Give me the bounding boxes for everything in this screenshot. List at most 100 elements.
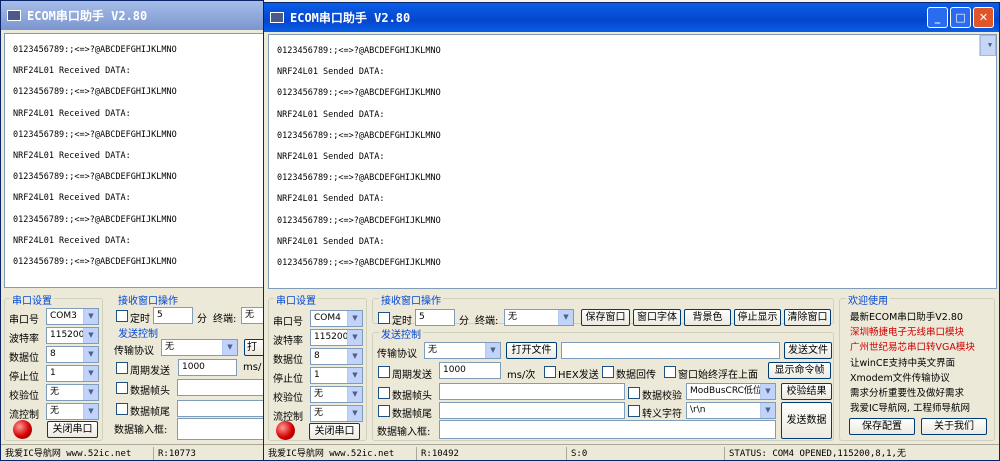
- close-icon[interactable]: ✕: [973, 7, 994, 28]
- back-port-select[interactable]: COM3 ▼: [46, 308, 99, 325]
- back-tail-checkbox[interactable]: [116, 403, 128, 415]
- open-file-button[interactable]: 打开文件: [506, 342, 557, 359]
- save-window-button[interactable]: 保存窗口: [581, 309, 630, 326]
- minimize-icon[interactable]: _: [927, 7, 948, 28]
- chevron-down-icon: ▼: [83, 366, 98, 381]
- front-periodic-input[interactable]: 1000: [439, 362, 501, 379]
- back-baud-select[interactable]: 115200 ▼: [46, 327, 99, 344]
- escape-char-label: 转义字符: [642, 409, 682, 420]
- receive-line: NRF24L01 Sended DATA:: [277, 67, 385, 78]
- front-tail-checkbox[interactable]: [378, 405, 390, 417]
- front-header-input[interactable]: [439, 383, 625, 400]
- back-send-group-label: 发送控制: [116, 325, 160, 340]
- back-data-input[interactable]: [177, 418, 263, 440]
- back-timer-unit: 分: [197, 314, 207, 325]
- back-timer-input[interactable]: 5: [153, 307, 193, 324]
- back-protocol-select[interactable]: 无 ▼: [161, 339, 238, 356]
- back-protocol-label: 传输协议: [114, 346, 154, 357]
- back-receive-area[interactable]: 0123456789:;<=>?@ABCDEFGHIJKLMNO NRF24L01…: [4, 33, 263, 288]
- front-data-input[interactable]: [439, 420, 776, 439]
- back-parity-select[interactable]: 无 ▼: [46, 384, 99, 401]
- file-path-input[interactable]: [561, 342, 780, 359]
- front-port-label: 串口号: [273, 317, 303, 328]
- front-stop-bits-select[interactable]: 1 ▼: [310, 367, 363, 384]
- window-font-button[interactable]: 窗口字体: [633, 309, 681, 326]
- back-title-bar[interactable]: ECOM串口助手 V2.80: [1, 1, 263, 30]
- background-color-button[interactable]: 背景色: [684, 309, 731, 326]
- maximize-icon[interactable]: □: [950, 7, 971, 28]
- back-status-rx: R:10773: [153, 447, 263, 460]
- back-header-input[interactable]: [177, 379, 263, 396]
- save-config-button[interactable]: 保存配置: [849, 418, 915, 435]
- front-timer-checkbox[interactable]: [378, 312, 390, 324]
- back-control-panel: 串口设置 串口号 COM3 ▼ 波特率 115200 ▼ 数据位 8 ▼ 停止位 1 ▼…: [1, 290, 263, 444]
- send-file-button[interactable]: 发送文件: [784, 342, 832, 359]
- welcome-news-link[interactable]: 广州世纪易芯串口转VGA模块: [850, 339, 975, 353]
- always-on-top-checkbox[interactable]: [664, 366, 676, 378]
- scroll-down-icon[interactable]: ▼: [980, 35, 996, 57]
- back-open-file-button[interactable]: 打: [244, 339, 263, 356]
- back-terminal-select[interactable]: 无: [241, 307, 263, 324]
- stop-display-button[interactable]: 停止显示: [734, 309, 781, 326]
- front-port-select[interactable]: COM4 ▼: [310, 310, 363, 327]
- receive-line: 0123456789:;<=>?@ABCDEFGHIJKLMNO: [277, 88, 441, 99]
- welcome-news-link[interactable]: 需求分析重要性及做好需求: [850, 385, 964, 399]
- receive-line: NRF24L01 Sended DATA:: [277, 109, 385, 120]
- front-title-bar[interactable]: ECOM串口助手 V2.80 _ □ ✕: [264, 3, 999, 32]
- front-data-bits-select[interactable]: 8 ▼: [310, 348, 363, 365]
- back-flow-label: 流控制: [9, 410, 39, 421]
- escape-char-select[interactable]: \r\n ▼: [686, 402, 776, 419]
- escape-char-checkbox[interactable]: [628, 405, 640, 417]
- chevron-down-icon: ▼: [485, 343, 500, 358]
- back-timer-checkbox[interactable]: [116, 310, 128, 322]
- chevron-down-icon: ▼: [347, 311, 362, 326]
- front-timer-input[interactable]: 5: [415, 309, 455, 326]
- back-periodic-unit: ms/: [243, 362, 262, 373]
- front-terminal-select[interactable]: 无 ▼: [504, 309, 574, 326]
- back-stop-bits-label: 停止位: [9, 372, 39, 383]
- back-periodic-checkbox[interactable]: [116, 362, 128, 374]
- front-close-port-button[interactable]: 关闭串口: [309, 423, 360, 440]
- welcome-news-link[interactable]: 我爱IC导航网, 工程师导航网: [850, 400, 970, 414]
- welcome-news-link[interactable]: 深圳畅捷电子无线串口模块: [850, 324, 964, 338]
- front-periodic-checkbox[interactable]: [378, 366, 390, 378]
- front-timer-label: 定时: [392, 316, 412, 327]
- front-receive-lines: 0123456789:;<=>?@ABCDEFGHIJKLMNO NRF24L01…: [269, 41, 996, 268]
- receive-scrollbar[interactable]: ▲ ▼: [979, 35, 996, 57]
- back-close-port-button[interactable]: 关闭串口: [47, 421, 98, 438]
- show-command-frame-button[interactable]: 显示命令帧: [768, 362, 831, 379]
- front-receive-area[interactable]: 0123456789:;<=>?@ABCDEFGHIJKLMNO NRF24L01…: [268, 34, 997, 289]
- front-baud-select[interactable]: 115200 ▼: [310, 329, 363, 346]
- welcome-news-link[interactable]: 最新ECOM串口助手V2.80: [850, 309, 963, 323]
- front-parity-select[interactable]: 无 ▼: [310, 386, 363, 403]
- back-stop-bits-select[interactable]: 1 ▼: [46, 365, 99, 382]
- front-control-panel: 串口设置 串口号 COM4 ▼ 波特率 115200 ▼ 数据位 8 ▼ 停止位 1 ▼…: [264, 290, 999, 444]
- back-data-bits-select[interactable]: 8 ▼: [46, 346, 99, 363]
- front-flow-select[interactable]: 无 ▼: [310, 405, 363, 422]
- send-data-button[interactable]: 发送数据: [781, 402, 832, 439]
- welcome-news-link[interactable]: Xmodem文件传输协议: [850, 370, 950, 384]
- chevron-down-icon: ▼: [83, 404, 98, 419]
- checksum-select[interactable]: ModBusCRC低位在 ▼: [686, 383, 776, 400]
- welcome-news-link[interactable]: 让winCE支持中英文界面: [850, 355, 955, 369]
- front-protocol-select[interactable]: 无 ▼: [424, 342, 501, 359]
- chevron-down-icon: ▼: [558, 310, 573, 325]
- receive-line: 0123456789:;<=>?@ABCDEFGHIJKLMNO: [277, 257, 441, 268]
- app-icon: [270, 12, 284, 23]
- back-status-site: 我爱IC导航网 www.52ic.net: [5, 449, 132, 459]
- back-recv-group-label: 接收窗口操作: [116, 292, 180, 307]
- front-input-label: 数据输入框:: [377, 427, 431, 438]
- back-flow-select[interactable]: 无 ▼: [46, 403, 99, 420]
- front-tail-input[interactable]: [439, 402, 625, 419]
- about-us-button[interactable]: 关于我们: [921, 418, 987, 435]
- back-header-checkbox[interactable]: [116, 382, 128, 394]
- back-periodic-input[interactable]: 1000: [178, 359, 237, 376]
- chevron-down-icon: ▼: [347, 406, 362, 421]
- front-header-checkbox[interactable]: [378, 387, 390, 399]
- checksum-result-button[interactable]: 校验结果: [781, 383, 832, 400]
- hex-send-checkbox[interactable]: [544, 366, 556, 378]
- checksum-checkbox[interactable]: [628, 387, 640, 399]
- back-tail-input[interactable]: [177, 400, 263, 417]
- clear-window-button[interactable]: 清除窗口: [784, 309, 831, 326]
- data-echo-checkbox[interactable]: [602, 366, 614, 378]
